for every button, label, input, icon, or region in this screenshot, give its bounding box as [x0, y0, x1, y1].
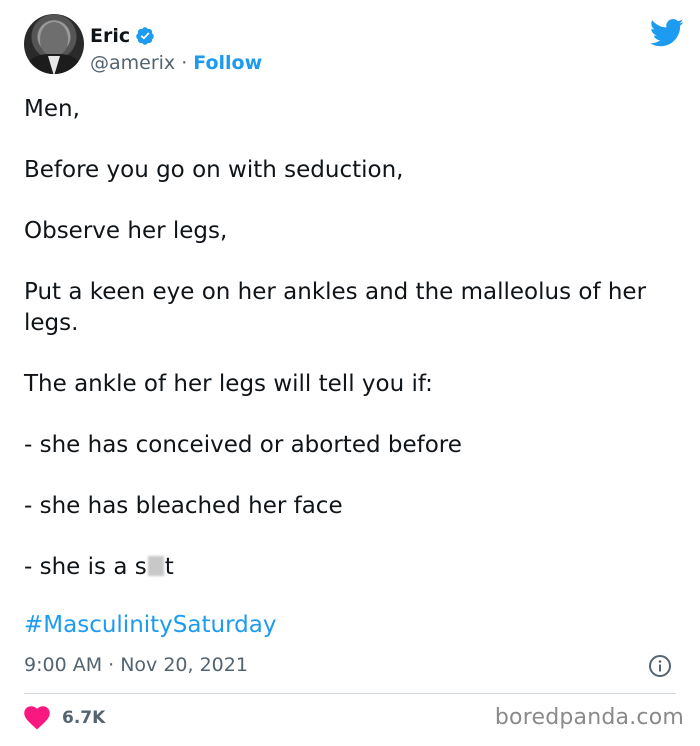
author-handle-row: @amerix · Follow: [90, 52, 262, 74]
heart-icon[interactable]: [24, 706, 50, 730]
censored-line-prefix: - she is a s: [24, 554, 147, 580]
like-action[interactable]: 6.7K: [24, 706, 105, 730]
follow-button[interactable]: Follow: [193, 52, 262, 74]
author-name-row: Eric: [90, 24, 155, 48]
tweet-paragraph: - she has bleached her face: [24, 493, 343, 519]
tweet-header: Eric @amerix · Follow: [24, 14, 684, 84]
avatar[interactable]: [24, 14, 84, 74]
tweet-paragraph: - she has conceived or aborted before: [24, 432, 462, 458]
like-count: 6.7K: [62, 708, 106, 728]
avatar-face: [40, 22, 68, 56]
tweet-paragraph: Men,: [24, 96, 80, 122]
hashtag-link[interactable]: #MasculinitySaturday: [24, 612, 276, 638]
source-watermark: boredpanda.com: [494, 705, 684, 730]
tweet-paragraph: Observe her legs,: [24, 218, 228, 244]
divider: [24, 693, 676, 694]
tweet-paragraph: Before you go on with seduction,: [24, 157, 404, 183]
handle-separator: ·: [181, 52, 188, 74]
info-icon[interactable]: [648, 654, 672, 678]
verified-badge-icon: [136, 27, 154, 45]
twitter-bird-icon[interactable]: [650, 18, 684, 48]
tweet-paragraph-censored: - she is a s t: [24, 552, 676, 583]
author-handle[interactable]: @amerix: [90, 52, 175, 74]
censor-blur: [147, 556, 164, 576]
censored-line-suffix: t: [164, 554, 174, 580]
author-name[interactable]: Eric: [90, 25, 130, 47]
tweet-paragraph: The ankle of her legs will tell you if:: [24, 371, 433, 397]
tweet-paragraph: Put a keen eye on her ankles and the mal…: [24, 279, 647, 336]
tweet-timestamp[interactable]: 9:00 AM · Nov 20, 2021: [24, 654, 248, 676]
tweet-text: Men, Before you go on with seduction, Ob…: [24, 94, 676, 583]
